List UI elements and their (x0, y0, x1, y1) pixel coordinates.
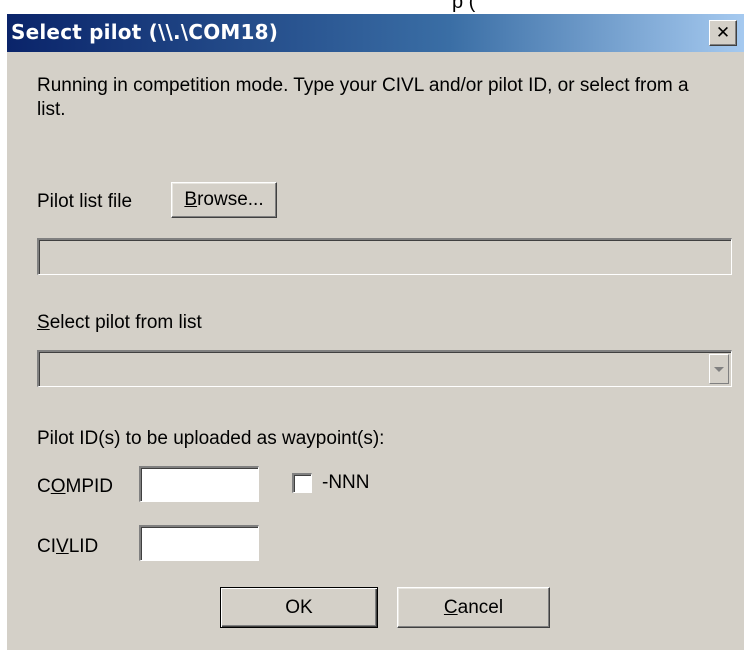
cancel-button-label: Cancel (443, 596, 504, 618)
browse-button[interactable]: Browse... (171, 182, 277, 218)
background-text-fragment: p ( (452, 0, 476, 13)
close-icon: ✕ (715, 23, 731, 43)
pilot-list-file-label: Pilot list file (37, 191, 133, 212)
ok-button[interactable]: OK (220, 587, 378, 628)
select-pilot-combobox[interactable] (37, 350, 732, 387)
background-window-sliver: p ( (0, 0, 744, 14)
civlid-label: CIVLID (37, 536, 99, 557)
compid-input[interactable] (139, 466, 259, 502)
title-bar[interactable]: Select pilot (\\.\COM18) ✕ (7, 14, 744, 52)
cancel-button[interactable]: Cancel (397, 587, 550, 628)
pilot-ids-heading: Pilot ID(s) to be uploaded as waypoint(s… (37, 428, 385, 449)
compid-label: COMPID (37, 476, 114, 497)
nnn-checkbox[interactable] (292, 473, 312, 493)
civlid-input[interactable] (139, 525, 259, 561)
nnn-checkbox-label[interactable]: -NNN (322, 472, 370, 494)
pilot-list-file-path-field[interactable] (37, 238, 732, 275)
window-title: Select pilot (\\.\COM18) (11, 20, 279, 44)
intro-message: Running in competition mode. Type your C… (37, 75, 689, 120)
chevron-down-icon (714, 366, 724, 372)
combobox-dropdown-button[interactable] (709, 354, 729, 384)
browse-button-label: Browse... (184, 189, 264, 210)
close-button[interactable]: ✕ (709, 20, 737, 46)
select-pilot-dialog: Select pilot (\\.\COM18) ✕ Running in co… (6, 14, 744, 650)
ok-button-label: OK (285, 596, 313, 618)
select-pilot-label: Select pilot from list (37, 312, 202, 333)
